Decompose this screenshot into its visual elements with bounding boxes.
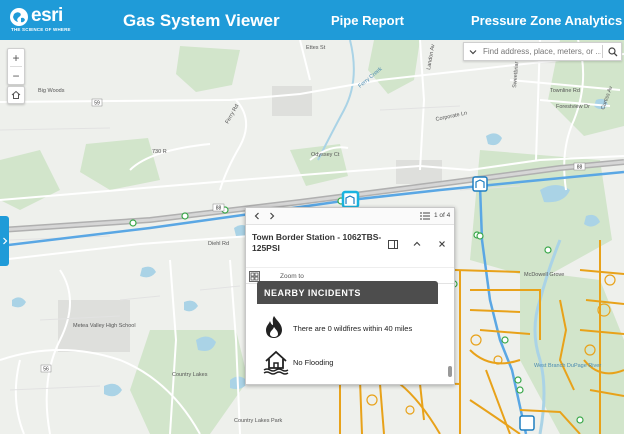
- route-56-shield: 56: [43, 367, 49, 373]
- map-label-country-lakes: Country Lakes: [172, 372, 208, 378]
- collapse-button[interactable]: [410, 237, 424, 251]
- logo-tagline: THE SCIENCE OF WHERE: [11, 27, 71, 32]
- fire-icon: [263, 315, 289, 341]
- popup-scrollbar[interactable]: [447, 285, 453, 384]
- chevron-right-icon: [2, 237, 7, 245]
- feature-popup: 1 of 4 Town Border Station - 1062TBS-125…: [245, 207, 455, 385]
- zoom-in-button[interactable]: +: [8, 49, 24, 66]
- chevron-right-icon: [270, 212, 275, 220]
- map-label-west-branch: West Branch DuPage River: [534, 363, 601, 369]
- incident-text-flooding: No Flooding: [293, 358, 334, 367]
- search-source-dropdown[interactable]: [467, 46, 479, 58]
- map-label-forestview-dr: Forestview Dr: [556, 104, 590, 110]
- incident-text-wildfire: There are 0 wildfires within 40 miles: [293, 324, 413, 333]
- chevron-up-icon: [413, 241, 421, 246]
- side-panel-toggle[interactable]: [0, 216, 9, 266]
- list-icon: [420, 212, 430, 220]
- popup-page-count: 1 of 4: [434, 212, 451, 219]
- popup-previous-button[interactable]: [250, 209, 264, 223]
- nav-pipe-report[interactable]: Pipe Report: [331, 13, 404, 28]
- nav-pressure-zone-analytics[interactable]: Pressure Zone Analytics: [471, 13, 622, 28]
- map-label-diehl-rd: Diehl Rd: [208, 241, 229, 247]
- map-label-mcdowell-grove: McDowell Grove: [524, 272, 564, 278]
- globe-icon: [10, 8, 28, 26]
- map-label-big-woods: Big Woods: [38, 88, 65, 94]
- app-header: esri THE SCIENCE OF WHERE Gas System Vie…: [0, 0, 624, 40]
- search-divider: [602, 45, 603, 58]
- close-icon: [439, 241, 445, 247]
- search-icon: [608, 47, 618, 57]
- nearby-incidents-title: NEARBY INCIDENTS: [264, 288, 361, 298]
- esri-logo[interactable]: esri THE SCIENCE OF WHERE: [10, 5, 78, 34]
- logo-wordmark: esri: [31, 5, 63, 26]
- dock-button[interactable]: [386, 237, 400, 251]
- route-59-shield: 59: [94, 101, 100, 107]
- search-widget: [463, 42, 622, 61]
- chevron-down-icon: [469, 50, 477, 55]
- map-label-country-lakes-park: Country Lakes Park: [234, 418, 283, 424]
- scrollbar-thumb[interactable]: [448, 366, 452, 377]
- feature-list-button[interactable]: [418, 209, 432, 223]
- map-label-730-r: 730 R: [152, 149, 167, 155]
- dock-icon: [388, 239, 398, 249]
- nearby-incidents-header: NEARBY INCIDENTS: [257, 281, 438, 304]
- search-button[interactable]: [606, 45, 620, 59]
- map-label-townline-rd: Townline Rd: [550, 88, 580, 94]
- incident-row-wildfire: There are 0 wildfires within 40 miles: [263, 315, 443, 341]
- zoom-controls: + −: [7, 48, 25, 85]
- zoom-to-button[interactable]: Zoom to: [280, 273, 304, 280]
- map-label-metea: Metea Valley High School: [73, 323, 136, 329]
- popup-next-button[interactable]: [265, 209, 279, 223]
- incident-row-flooding: No Flooding: [263, 349, 443, 375]
- app-title: Gas System Viewer: [123, 11, 280, 30]
- flood-house-icon: [263, 349, 289, 375]
- popup-nav-bar: 1 of 4: [246, 208, 454, 225]
- home-button[interactable]: [7, 86, 25, 104]
- route-88-shield-b: 88: [577, 165, 583, 171]
- route-88-shield-a: 88: [216, 206, 222, 212]
- map-label-ettes-st: Ettes St: [306, 45, 326, 51]
- search-input[interactable]: [483, 44, 601, 59]
- chevron-left-icon: [254, 212, 259, 220]
- close-button[interactable]: [435, 237, 449, 251]
- home-icon: [11, 90, 21, 99]
- zoom-out-button[interactable]: −: [8, 67, 24, 84]
- map-label-odyssey-ct: Odyssey Ct: [311, 152, 340, 158]
- popup-title: Town Border Station - 1062TBS-125PSI: [252, 232, 382, 253]
